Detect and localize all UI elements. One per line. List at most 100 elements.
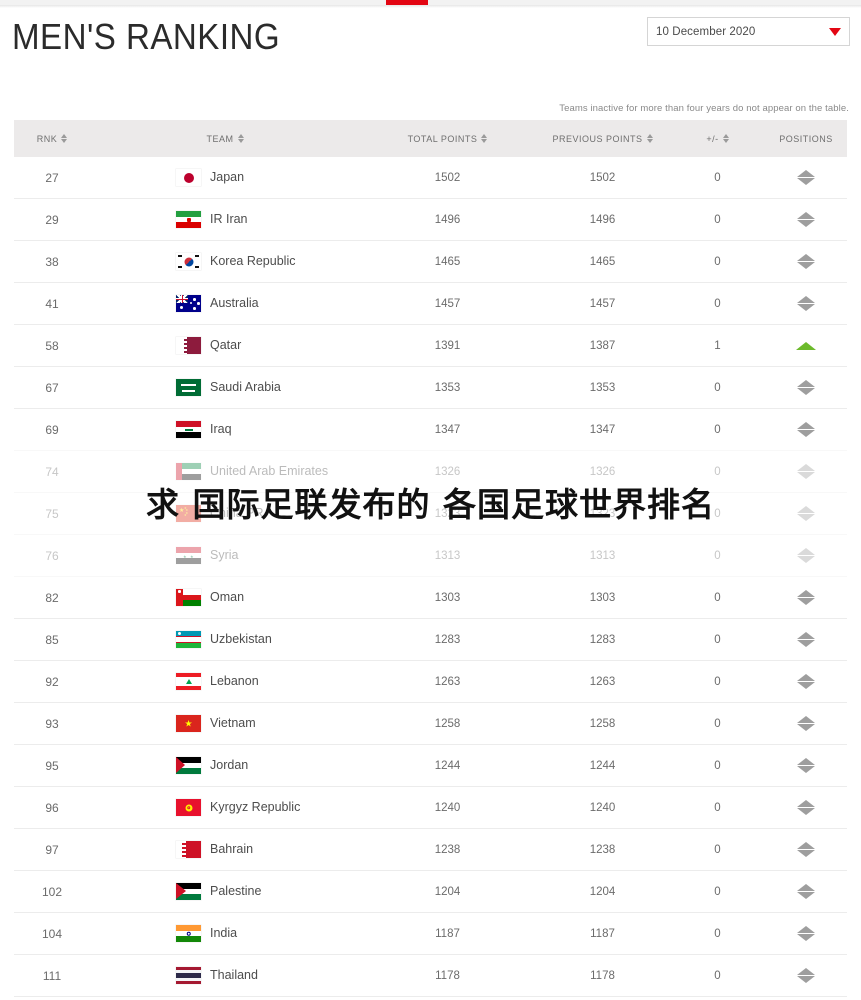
cell-previous-points: 1283 [589, 633, 616, 646]
cell-team-name: China PR [210, 506, 264, 520]
cell-previous-points: 1238 [589, 843, 616, 856]
cell-position [765, 506, 847, 521]
table-row[interactable]: 27 Japan 1502 1502 0 [14, 157, 847, 199]
position-same-icon [797, 884, 815, 899]
cell-team-name: India [210, 926, 238, 940]
flag-uzbekistan-icon [176, 631, 201, 648]
cell-plus-minus: 1 [714, 339, 721, 352]
cell-team-name: Jordan [210, 758, 249, 772]
flag-oman-icon [176, 589, 201, 606]
cell-position [765, 212, 847, 227]
cell-team-name: Oman [210, 590, 245, 604]
column-header-total-points[interactable]: TOTAL POINTS [360, 134, 535, 144]
cell-plus-minus: 0 [714, 843, 721, 856]
table-row[interactable]: 29 IR Iran 1496 1496 0 [14, 199, 847, 241]
column-header-previous-points[interactable]: PREVIOUS POINTS [535, 134, 670, 144]
cell-team: Bahrain [90, 841, 360, 858]
cell-previous-points: 1496 [589, 213, 616, 226]
flag-iran-icon [176, 211, 201, 228]
table-row[interactable]: 69 Iraq 1347 1347 0 [14, 409, 847, 451]
cell-total-points: 1303 [434, 591, 461, 604]
position-same-icon [797, 296, 815, 311]
table-row[interactable]: 41 Australia 1457 1457 0 [14, 283, 847, 325]
table-row[interactable]: 85 Uzbekistan 1283 1283 0 [14, 619, 847, 661]
table-row[interactable]: 97 Bahrain 1238 1238 0 [14, 829, 847, 871]
cell-total-points: 1244 [434, 759, 461, 772]
table-row[interactable]: 67 Saudi Arabia 1353 1353 0 [14, 367, 847, 409]
table-row[interactable]: 76 ★ ★ Syria 1313 1313 0 [14, 535, 847, 577]
cell-previous-points: 1387 [589, 339, 616, 352]
cell-plus-minus: 0 [714, 969, 721, 982]
cell-total-points: 1502 [434, 171, 461, 184]
cell-rank: 67 [45, 380, 59, 395]
cell-total-points: 1240 [434, 801, 461, 814]
table-row[interactable]: 96 Kyrgyz Republic 1240 1240 0 [14, 787, 847, 829]
cell-team-name: Qatar [210, 338, 242, 352]
cell-team: Thailand [90, 967, 360, 984]
cell-team-name: Palestine [210, 884, 262, 898]
table-row[interactable]: 111 Thailand 1178 1178 0 [14, 955, 847, 997]
table-row[interactable]: 74 United Arab Emirates 1326 1326 0 [14, 451, 847, 493]
cell-team-name: Kyrgyz Republic [210, 800, 301, 814]
position-same-icon [797, 422, 815, 437]
flag-saudi-icon [176, 379, 201, 396]
cell-rank: 74 [45, 464, 59, 479]
table-row[interactable]: 102 Palestine 1204 1204 0 [14, 871, 847, 913]
page-title: MEN'S RANKING [12, 16, 281, 57]
table-body: 27 Japan 1502 1502 0 29 IR Iran 1496 1496 0 38 Kore… [14, 157, 847, 997]
cell-position [765, 842, 847, 857]
table-row[interactable]: 82 Oman 1303 1303 0 [14, 577, 847, 619]
cell-rank: 82 [45, 590, 59, 605]
position-same-icon [797, 170, 815, 185]
cell-team: ★ ★ ★ ★ ★ China PR [90, 505, 360, 522]
cell-position [765, 254, 847, 269]
flag-jordan-icon [176, 757, 201, 774]
table-row[interactable]: 104 India 1187 1187 0 [14, 913, 847, 955]
position-same-icon [797, 842, 815, 857]
cell-plus-minus: 0 [714, 297, 721, 310]
cell-previous-points: 1303 [589, 591, 616, 604]
cell-rank: 38 [45, 254, 59, 269]
date-select[interactable]: 10 December 2020 [647, 17, 850, 46]
cell-plus-minus: 0 [714, 423, 721, 436]
cell-plus-minus: 0 [714, 255, 721, 268]
position-up-icon [796, 341, 816, 350]
cell-previous-points: 1323 [589, 507, 616, 520]
cell-team-name: Japan [210, 170, 245, 184]
cell-team-name: Vietnam [210, 716, 256, 730]
table-row[interactable]: 38 Korea Republic 1465 1465 0 [14, 241, 847, 283]
cell-position [765, 716, 847, 731]
cell-total-points: 1323 [434, 507, 461, 520]
table-row[interactable]: 95 Jordan 1244 1244 0 [14, 745, 847, 787]
column-header-rnk[interactable]: RNK [14, 134, 90, 144]
cell-team: IR Iran [90, 211, 360, 228]
table-row[interactable]: 58 Qatar 1391 1387 1 [14, 325, 847, 367]
position-same-icon [797, 716, 815, 731]
cell-previous-points: 1187 [590, 927, 615, 940]
table-row[interactable]: 92 Lebanon 1263 1263 0 [14, 661, 847, 703]
cell-total-points: 1204 [434, 885, 461, 898]
column-header-team[interactable]: TEAM [90, 134, 360, 144]
cell-rank: 41 [45, 296, 59, 311]
cell-plus-minus: 0 [714, 633, 721, 646]
cell-previous-points: 1353 [589, 381, 616, 394]
position-same-icon [797, 926, 815, 941]
column-header-plus-minus[interactable]: +/- [670, 134, 765, 144]
position-same-icon [797, 758, 815, 773]
cell-rank: 92 [45, 674, 59, 689]
cell-rank: 76 [45, 548, 59, 563]
cell-rank: 93 [45, 716, 59, 731]
ranking-table: RNK TEAM TOTAL POINTS PREVIOUS POINTS +/… [14, 120, 847, 997]
cell-position [765, 590, 847, 605]
position-same-icon [797, 506, 815, 521]
position-same-icon [797, 800, 815, 815]
table-row[interactable]: 93 ★ Vietnam 1258 1258 0 [14, 703, 847, 745]
cell-plus-minus: 0 [714, 927, 721, 940]
table-row[interactable]: 75 ★ ★ ★ ★ ★ China PR 1323 1323 0 [14, 493, 847, 535]
cell-team: United Arab Emirates [90, 463, 360, 480]
cell-rank: 29 [45, 212, 59, 227]
flag-australia-icon [176, 295, 201, 312]
cell-plus-minus: 0 [714, 465, 721, 478]
cell-team: Uzbekistan [90, 631, 360, 648]
cell-total-points: 1313 [434, 549, 461, 562]
